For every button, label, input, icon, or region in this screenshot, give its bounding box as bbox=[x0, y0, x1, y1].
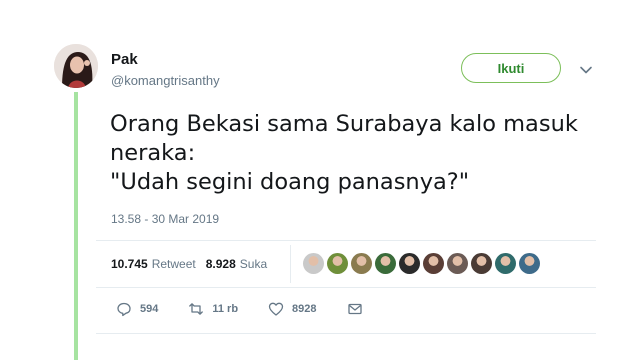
like-button[interactable]: 8928 bbox=[268, 301, 317, 317]
follow-button[interactable]: Ikuti bbox=[461, 53, 561, 83]
heart-icon bbox=[268, 302, 284, 316]
like-label: Suka bbox=[239, 257, 268, 271]
liker-avatar[interactable] bbox=[471, 253, 492, 274]
liker-avatar[interactable] bbox=[519, 253, 540, 274]
retweet-stat[interactable]: 10.745 Retweet bbox=[111, 257, 196, 271]
reply-count: 594 bbox=[140, 303, 159, 315]
user-handle[interactable]: @komangtrisanthy bbox=[111, 73, 220, 88]
divider-middle bbox=[96, 287, 596, 288]
thread-line bbox=[74, 92, 78, 360]
like-stat[interactable]: 8.928 Suka bbox=[206, 257, 267, 271]
liker-avatar[interactable] bbox=[399, 253, 420, 274]
reply-button[interactable]: 594 bbox=[116, 301, 158, 317]
message-button[interactable] bbox=[347, 301, 363, 317]
liker-avatar[interactable] bbox=[447, 253, 468, 274]
liker-avatars bbox=[303, 253, 540, 274]
liker-avatar[interactable] bbox=[303, 253, 324, 274]
engagement-stats: 10.745 Retweet 8.928 Suka bbox=[111, 257, 267, 271]
chevron-down-icon[interactable] bbox=[578, 62, 594, 78]
profile-photo-icon bbox=[54, 44, 98, 88]
avatar[interactable] bbox=[54, 44, 98, 88]
liker-avatar[interactable] bbox=[423, 253, 444, 274]
divider-top bbox=[96, 240, 596, 241]
display-name[interactable]: Pak bbox=[111, 51, 138, 68]
like-action-count: 8928 bbox=[292, 303, 317, 315]
reply-icon bbox=[117, 302, 131, 317]
like-count: 8.928 bbox=[205, 257, 236, 271]
liker-avatar[interactable] bbox=[327, 253, 348, 274]
liker-avatar[interactable] bbox=[351, 253, 372, 274]
retweet-count: 10.745 bbox=[111, 257, 148, 271]
retweet-icon bbox=[189, 303, 204, 315]
tweet-text: Orang Bekasi sama Surabaya kalo masuk ne… bbox=[110, 111, 578, 195]
stats-separator bbox=[290, 245, 291, 283]
retweet-button[interactable]: 11 rb bbox=[188, 301, 238, 317]
liker-avatar[interactable] bbox=[495, 253, 516, 274]
tweet-actions: 594 11 rb 8928 bbox=[116, 301, 393, 317]
liker-avatar[interactable] bbox=[375, 253, 396, 274]
retweet-label: Retweet bbox=[151, 257, 196, 271]
tweet-timestamp[interactable]: 13.58 - 30 Mar 2019 bbox=[111, 212, 219, 226]
retweet-action-count: 11 rb bbox=[212, 303, 239, 315]
divider-bottom bbox=[96, 333, 596, 334]
envelope-icon bbox=[347, 303, 362, 315]
